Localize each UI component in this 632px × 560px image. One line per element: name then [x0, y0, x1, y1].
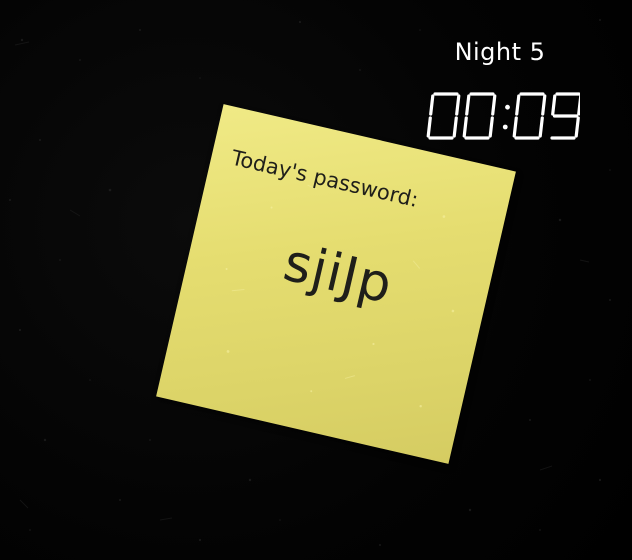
clock-colon-dot [502, 124, 508, 130]
clock-segment [452, 116, 458, 138]
clock-segment [512, 116, 518, 138]
clock-segment [455, 94, 461, 116]
clock-segment [574, 116, 580, 138]
clock-segment [538, 116, 544, 138]
clock-segment [515, 94, 521, 116]
night-indicator: Night 5 [454, 38, 546, 66]
clock-segment [491, 94, 497, 116]
clock-segment [465, 94, 471, 116]
clock-segment [429, 94, 435, 116]
digital-clock [426, 92, 580, 140]
clock-segment [462, 116, 468, 138]
clock-segment [551, 94, 557, 116]
clock-segment [488, 116, 494, 138]
clock-segment [541, 94, 547, 116]
clock-colon-dot [505, 104, 510, 110]
clock-segment [577, 94, 580, 116]
clock-segment [426, 116, 432, 138]
game-screen: Night 5 Today's password: sjiJp [0, 0, 632, 560]
